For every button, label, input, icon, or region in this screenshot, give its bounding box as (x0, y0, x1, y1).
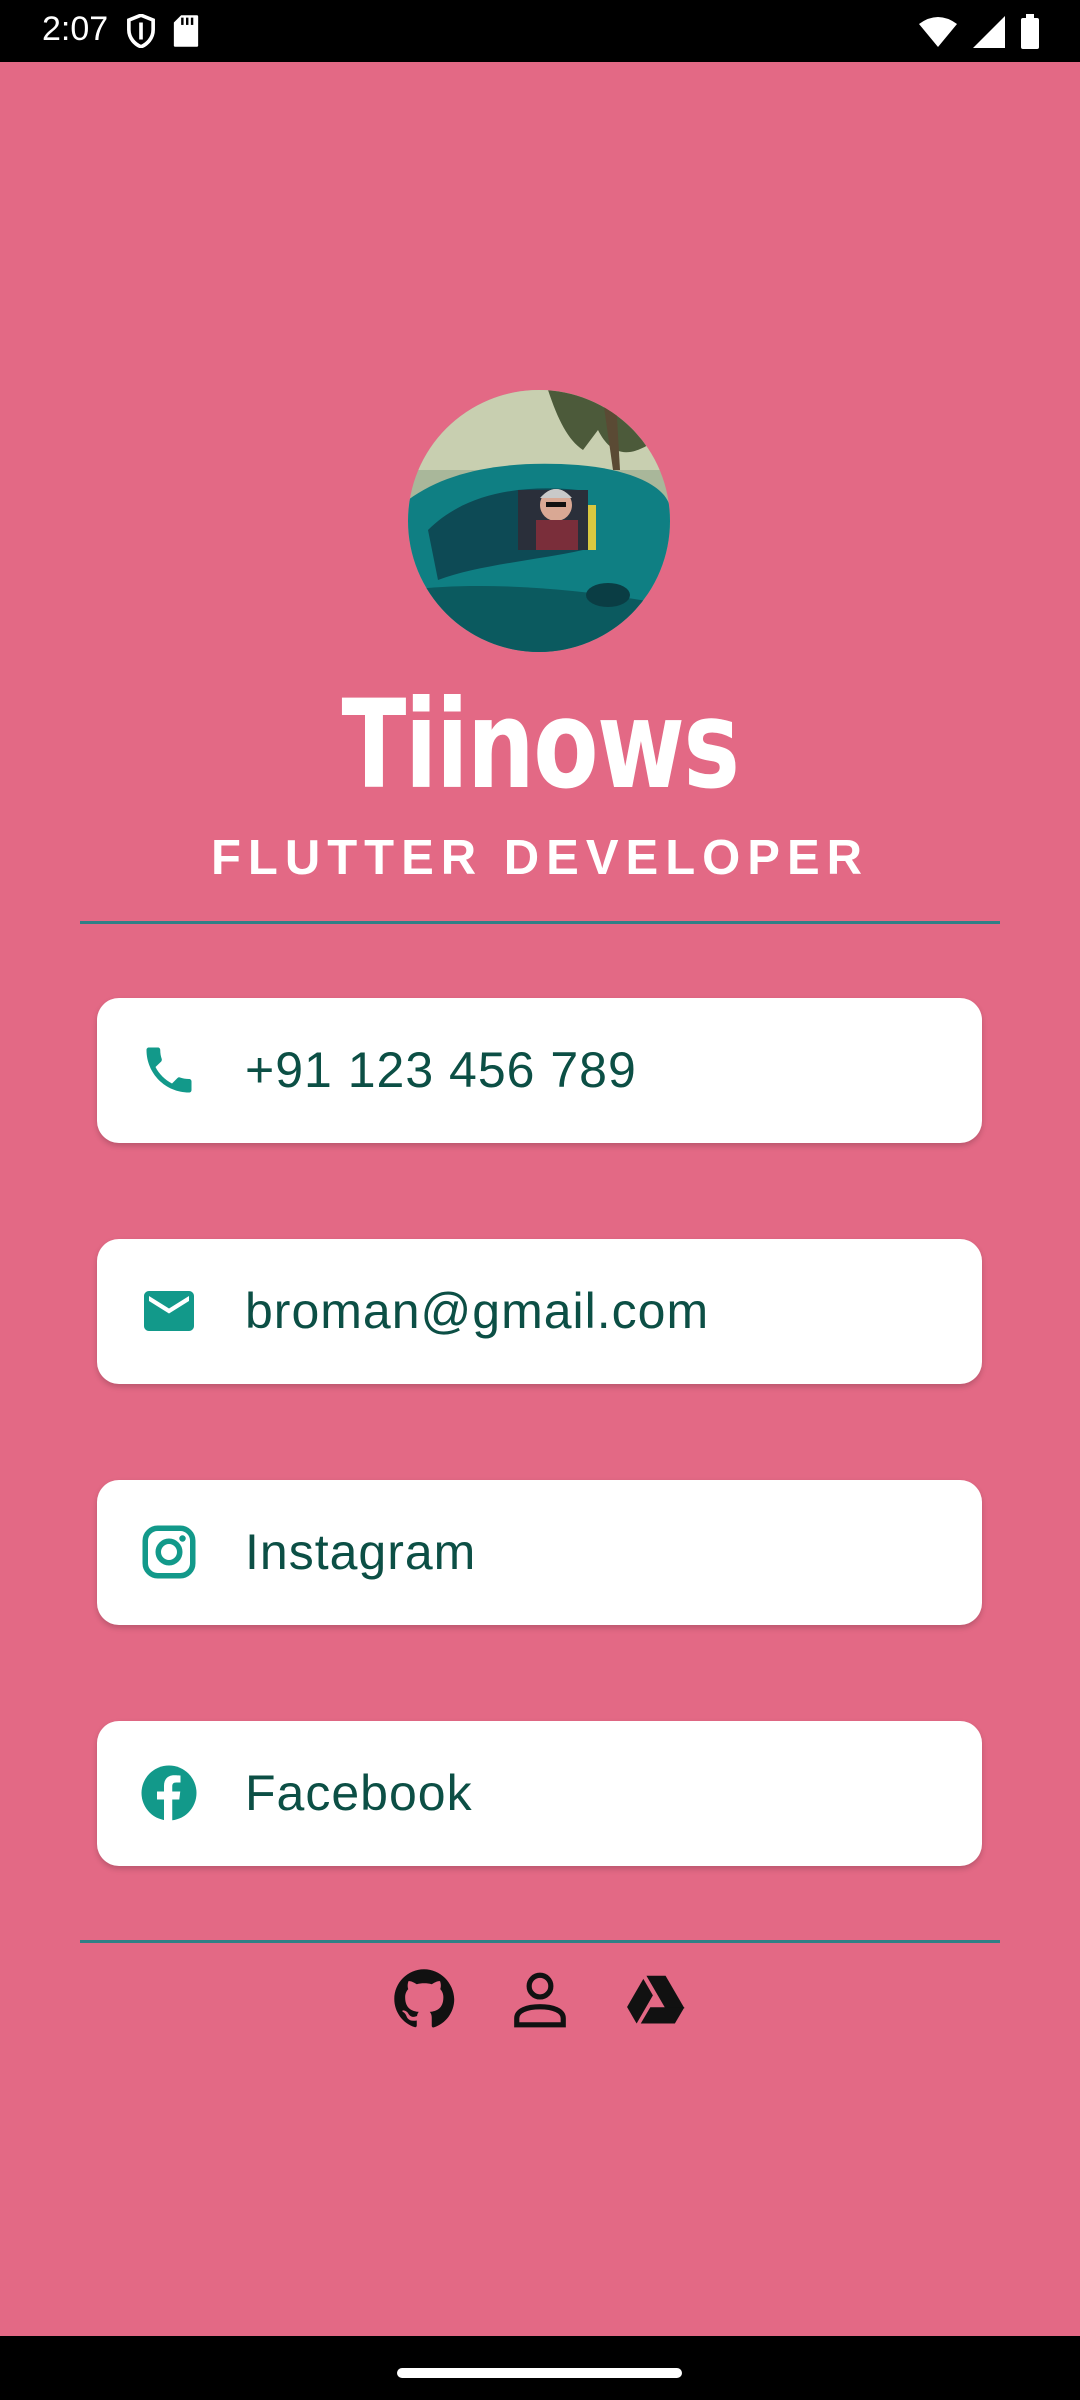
profile-title: FLUTTER DEVELOPER (210, 831, 870, 885)
shield-icon (126, 13, 156, 53)
status-right-icons (918, 14, 1040, 55)
top-divider (80, 921, 1000, 924)
status-left-icons (126, 13, 200, 53)
phone-icon (139, 1040, 199, 1100)
signal-icon (972, 15, 1006, 54)
email-address: broman@gmail.com (245, 1283, 710, 1339)
email-icon (139, 1281, 199, 1341)
avatar (408, 390, 670, 652)
battery-icon (1020, 14, 1040, 55)
person-icon[interactable] (509, 1968, 571, 2030)
bottom-divider (80, 1940, 1000, 1943)
wifi-icon (918, 16, 958, 53)
profile-screen: Tiinows FLUTTER DEVELOPER +91 123 456 78… (0, 62, 1080, 2336)
navigation-bar (0, 2336, 1080, 2400)
phone-number: +91 123 456 789 (245, 1042, 637, 1098)
home-indicator[interactable] (397, 2368, 682, 2378)
instagram-card[interactable]: Instagram (97, 1480, 982, 1625)
facebook-label: Facebook (245, 1765, 473, 1821)
phone-card[interactable]: +91 123 456 789 (97, 998, 982, 1143)
facebook-icon (139, 1763, 199, 1823)
github-icon[interactable] (393, 1968, 455, 2030)
status-bar: 2:07 (0, 0, 1080, 62)
sd-card-icon (172, 14, 200, 53)
status-time: 2:07 (42, 10, 109, 48)
profile-name: Tiinows (341, 674, 740, 816)
facebook-card[interactable]: Facebook (97, 1721, 982, 1866)
google-drive-icon[interactable] (625, 1968, 687, 2030)
email-card[interactable]: broman@gmail.com (97, 1239, 982, 1384)
instagram-label: Instagram (245, 1524, 477, 1580)
footer-icons (0, 1968, 1080, 2030)
instagram-icon (139, 1522, 199, 1582)
